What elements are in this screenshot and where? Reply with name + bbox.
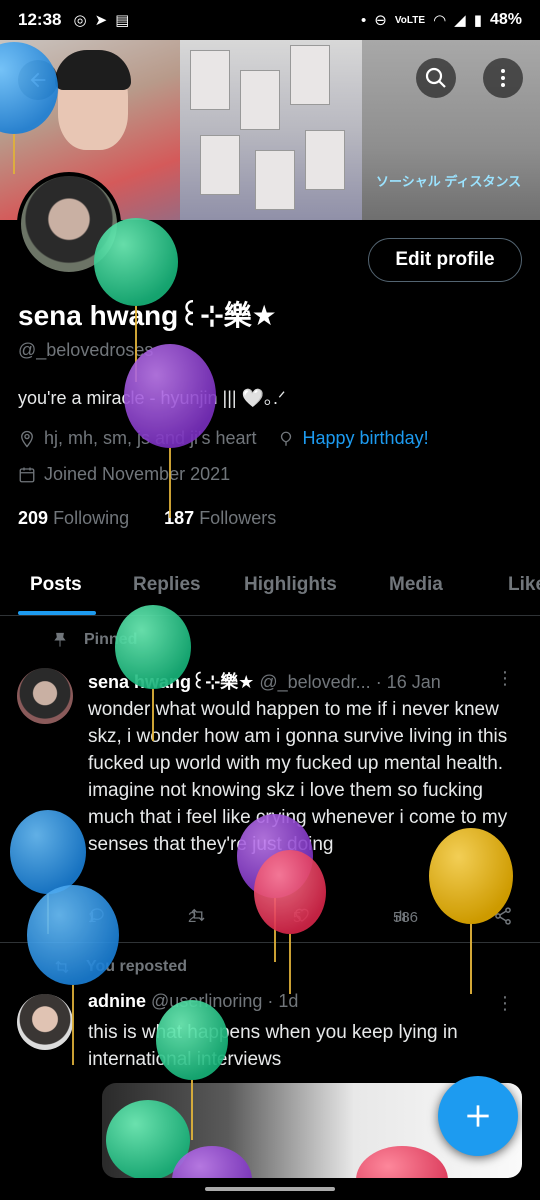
telegram-icon: ➤ — [94, 12, 108, 29]
status-time: 12:38 — [18, 10, 62, 29]
back-button[interactable] — [18, 60, 58, 100]
profile-joined-row: Joined November 2021 — [18, 464, 230, 485]
profile-website-link[interactable]: Happy birthday! — [303, 428, 429, 449]
followers-count[interactable]: 187 — [164, 508, 194, 528]
tweet-author-name[interactable]: adnine — [88, 991, 146, 1011]
tab-media[interactable]: Media — [389, 574, 443, 596]
tweet-header: sena hwang꒰⊹樂★ @_belovedr... · 16 Jan — [88, 668, 441, 694]
tab-highlights[interactable]: Highlights — [244, 574, 337, 596]
search-icon — [425, 67, 446, 88]
tab-replies[interactable]: Replies — [133, 574, 201, 596]
tweet-author-name[interactable]: sena hwang꒰⊹樂★ — [88, 672, 254, 692]
tweet-author-handle[interactable]: @_belovedr... — [259, 672, 370, 692]
active-tab-indicator — [18, 611, 96, 615]
tweet-more-icon[interactable]: ⋮ — [496, 993, 514, 1014]
dnd-icon: ⊖ — [374, 12, 387, 29]
tweet-text: this is what happens when you keep lying… — [88, 1022, 458, 1070]
tweet-time: · 1d — [267, 991, 299, 1011]
edit-profile-button[interactable]: Edit profile — [368, 238, 522, 282]
more-options-button[interactable] — [483, 58, 523, 98]
battery-icon: ▮ — [473, 12, 482, 29]
tab-likes[interactable]: Likes — [508, 574, 540, 596]
profile-name: sena hwang꒰⊹樂★ — [18, 300, 277, 331]
tab-posts[interactable]: Posts — [30, 574, 82, 596]
signal-icon: ◢ — [454, 12, 466, 29]
dot-icon: • — [361, 11, 367, 29]
repost-button[interactable]: 2 — [188, 906, 208, 926]
tweet-more-icon[interactable]: ⋮ — [496, 668, 514, 689]
profile-tabs: Posts Replies Highlights Media Likes — [0, 560, 540, 616]
status-bar: 12:38 ◎ ➤ ▤ • ⊖ VoLTE ◠ ◢ ▮ 48% — [0, 0, 540, 40]
reply-button[interactable]: 1 — [88, 906, 106, 926]
volte-label: VoLTE — [394, 14, 426, 26]
profile-handle: @_belovedroses — [18, 340, 154, 360]
wifi-icon: ◠ — [433, 12, 447, 29]
like-button[interactable]: 5 — [293, 906, 311, 926]
gesture-nav-bar — [0, 1178, 540, 1200]
tweet-time: · 16 Jan — [375, 672, 441, 692]
repost-icon — [55, 960, 69, 974]
follow-stats: 209 Following 187 Followers — [18, 508, 276, 529]
following-count[interactable]: 209 — [18, 508, 48, 528]
more-vertical-icon — [501, 69, 505, 87]
tweet-header: adnine @userlinoring · 1d — [88, 991, 298, 1012]
battery-level: 48% — [489, 11, 522, 28]
tweet-divider — [0, 942, 540, 943]
calendar-icon — [19, 467, 35, 482]
profile-joined: Joined November 2021 — [44, 464, 231, 484]
followers-label[interactable]: Followers — [199, 508, 276, 528]
profile-avatar[interactable] — [17, 172, 121, 276]
following-label[interactable]: Following — [53, 508, 129, 528]
search-button[interactable] — [416, 58, 456, 98]
pin-icon — [54, 632, 66, 647]
tweet-avatar[interactable] — [17, 668, 73, 724]
app-notification-icon: ▤ — [115, 12, 130, 29]
pinned-label: Pinned — [52, 631, 137, 649]
arrow-left-icon — [30, 72, 46, 88]
banner-caption: ソーシャル ディスタンス — [376, 174, 522, 189]
tweet-avatar[interactable] — [17, 994, 73, 1050]
views-button[interactable]: 586 — [393, 906, 418, 926]
tweet-text: wonder what would happen to me if i neve… — [88, 699, 508, 855]
location-icon — [21, 430, 33, 448]
share-icon — [495, 907, 511, 925]
balloon-blue-icon — [10, 810, 86, 934]
compose-button[interactable] — [438, 1076, 518, 1156]
share-button[interactable] — [493, 906, 513, 926]
home-indicator[interactable] — [205, 1187, 335, 1191]
birthday-icon — [280, 431, 291, 446]
profile-location: hj, mh, sm, js and ji's heart — [44, 428, 257, 448]
banner-photo-2 — [180, 40, 362, 220]
plus-icon — [467, 1105, 489, 1127]
repost-context: You reposted — [52, 958, 187, 976]
profile-bio: you're a miracle - hyunjin ||| 🤍｡.ᐟ — [18, 388, 286, 408]
profile-meta-row: hj, mh, sm, js and ji's heart Happy birt… — [18, 428, 429, 449]
whatsapp-icon: ◎ — [73, 12, 87, 29]
tweet-actions: 1 2 5 586 — [88, 903, 528, 929]
tweet-author-handle[interactable]: @userlinoring — [151, 991, 262, 1011]
